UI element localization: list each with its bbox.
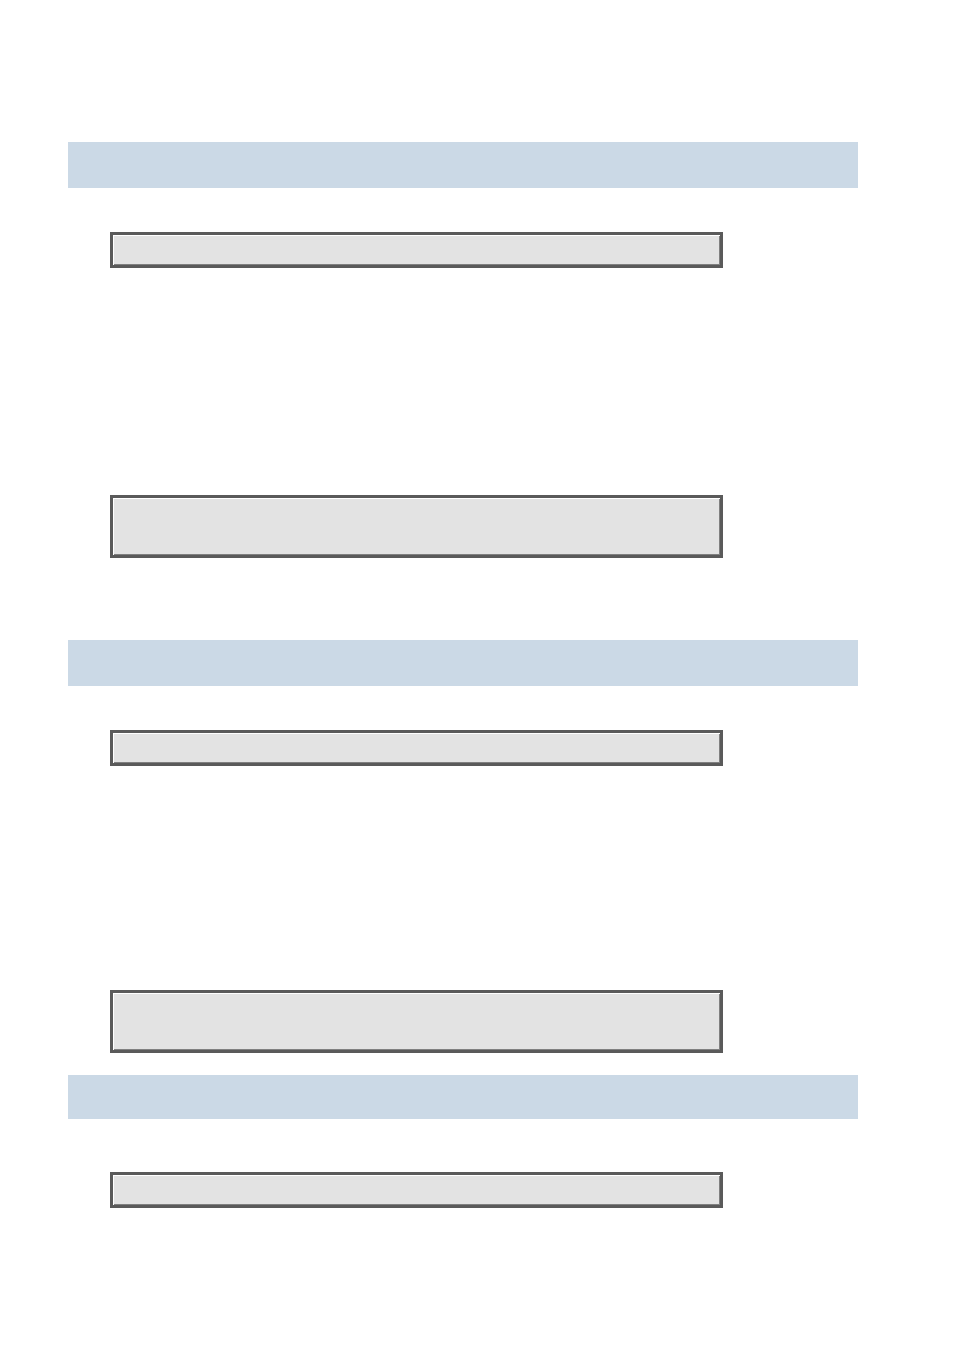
section-header-bar: [68, 640, 858, 686]
form-field-box[interactable]: [110, 232, 723, 268]
section-header-bar: [68, 142, 858, 188]
form-field-box[interactable]: [110, 495, 723, 558]
form-field-box[interactable]: [110, 1172, 723, 1208]
form-field-box[interactable]: [110, 730, 723, 766]
section-header-bar: [68, 1075, 858, 1119]
form-field-box[interactable]: [110, 990, 723, 1053]
